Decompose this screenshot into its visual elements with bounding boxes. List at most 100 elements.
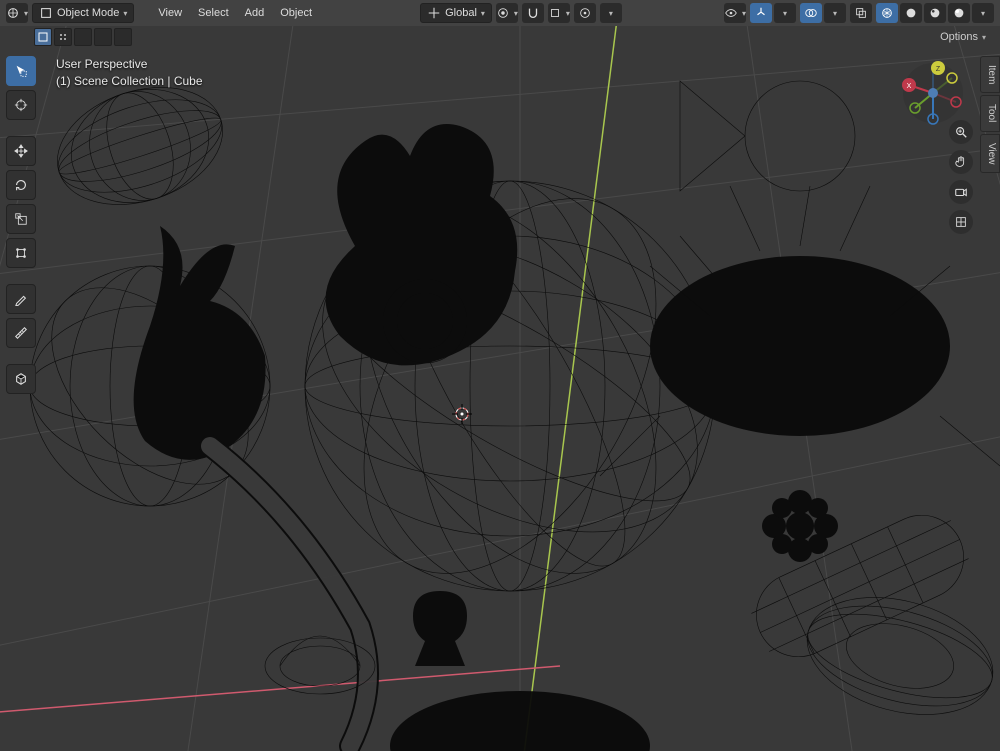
options-label: Options	[940, 31, 978, 43]
chevron-down-icon: ▾	[609, 9, 613, 18]
svg-text:Z: Z	[936, 66, 941, 73]
chevron-down-icon: ▾	[566, 9, 570, 18]
chevron-down-icon: ▾	[514, 9, 518, 18]
tool-move[interactable]	[6, 136, 36, 166]
zoom-control[interactable]	[949, 120, 973, 144]
menu-view[interactable]: View	[152, 3, 188, 23]
3d-viewport-icon	[6, 6, 20, 20]
3d-cursor	[452, 404, 472, 424]
shading-mode-group: ▾	[876, 3, 994, 23]
show-gizmo-toggle[interactable]	[750, 3, 772, 23]
navigation-gizmo[interactable]: X Z	[898, 58, 968, 128]
viewport-header: ▾ Object Mode ▾ View Select Add Object G…	[0, 0, 1000, 26]
gizmo-icon	[754, 6, 768, 20]
grid-icon	[38, 32, 48, 42]
xray-icon	[854, 6, 868, 20]
orientation-label: Global	[445, 7, 477, 19]
chevron-down-icon: ▾	[742, 9, 746, 18]
rotate-icon	[14, 178, 28, 192]
n-panel-tabs: Item Tool View	[980, 56, 1000, 173]
perspective-toggle[interactable]	[949, 210, 973, 234]
visibility-dropdown[interactable]: ▾	[724, 3, 746, 23]
chevron-down-icon: ▾	[981, 9, 985, 18]
camera-view-control[interactable]	[949, 180, 973, 204]
tool-rotate[interactable]	[6, 170, 36, 200]
shading-dropdown[interactable]: ▾	[972, 3, 994, 23]
snap-dropdown[interactable]: ▾	[548, 3, 570, 23]
menu-select[interactable]: Select	[192, 3, 235, 23]
options-dropdown[interactable]: Options ▾	[934, 29, 992, 45]
measure-icon	[14, 326, 28, 340]
proportional-dropdown[interactable]: ▾	[600, 3, 622, 23]
material-icon	[928, 6, 942, 20]
pan-control[interactable]	[949, 150, 973, 174]
tool-cursor[interactable]	[6, 90, 36, 120]
menu-object[interactable]: Object	[274, 3, 318, 23]
tool-transform[interactable]	[6, 238, 36, 268]
xray-toggle[interactable]	[850, 3, 872, 23]
options-row: Options ▾	[926, 26, 1000, 48]
select-mode-5[interactable]	[114, 28, 132, 46]
tab-tool[interactable]: Tool	[980, 95, 1000, 131]
solid-icon	[904, 6, 918, 20]
camera-icon	[954, 185, 968, 199]
hand-icon	[954, 155, 968, 169]
show-overlays-toggle[interactable]	[800, 3, 822, 23]
left-toolbar	[6, 56, 40, 394]
mode-dropdown[interactable]: Object Mode ▾	[32, 3, 134, 23]
tool-measure[interactable]	[6, 318, 36, 348]
proportional-toggle[interactable]	[574, 3, 596, 23]
select-mode-1[interactable]	[34, 28, 52, 46]
annotate-icon	[14, 292, 28, 306]
overlays-dropdown[interactable]: ▾	[824, 3, 846, 23]
snap-mode-icon	[548, 6, 562, 20]
gizmo-dropdown[interactable]: ▾	[774, 3, 796, 23]
wireframe-icon	[880, 6, 894, 20]
shading-rendered[interactable]	[948, 3, 970, 23]
cursor-icon	[14, 98, 28, 112]
rendered-icon	[952, 6, 966, 20]
tool-select-box[interactable]	[6, 56, 36, 86]
shading-wireframe[interactable]	[876, 3, 898, 23]
orientation-dropdown[interactable]: Global ▾	[420, 3, 492, 23]
eye-icon	[724, 6, 738, 20]
tab-item[interactable]: Item	[980, 56, 1000, 93]
pivot-dropdown[interactable]: ▾	[496, 3, 518, 23]
transform-icon	[14, 246, 28, 260]
tool-annotate[interactable]	[6, 284, 36, 314]
chevron-down-icon: ▾	[833, 9, 837, 18]
magnet-icon	[526, 6, 540, 20]
chevron-down-icon: ▾	[481, 9, 485, 18]
tool-add-primitive[interactable]	[6, 364, 36, 394]
mode-label: Object Mode	[57, 7, 119, 19]
zoom-icon	[954, 125, 968, 139]
tool-scale[interactable]	[6, 204, 36, 234]
shading-material[interactable]	[924, 3, 946, 23]
proportional-icon	[578, 6, 592, 20]
snap-toggle[interactable]	[522, 3, 544, 23]
menu-add[interactable]: Add	[239, 3, 271, 23]
3d-viewport[interactable]	[0, 26, 1000, 751]
tab-view[interactable]: View	[980, 134, 1000, 174]
viewport-controls	[948, 120, 974, 234]
orientation-icon	[427, 6, 441, 20]
gizmo-group: ▾	[750, 3, 796, 23]
chevron-down-icon: ▾	[783, 9, 787, 18]
select-mode-3[interactable]	[74, 28, 92, 46]
info-perspective: User Perspective	[56, 56, 203, 73]
select-box-icon	[14, 64, 28, 78]
select-mode-4[interactable]	[94, 28, 112, 46]
object-mode-icon	[39, 6, 53, 20]
chevron-down-icon: ▾	[24, 9, 28, 18]
viewport-info: User Perspective (1) Scene Collection | …	[56, 56, 203, 90]
chevron-down-icon: ▾	[123, 9, 127, 18]
editor-type-dropdown[interactable]: ▾	[6, 3, 28, 23]
overlays-icon	[804, 6, 818, 20]
overlay-group: ▾	[800, 3, 846, 23]
scene-wireframe	[0, 26, 1000, 751]
perspective-icon	[954, 215, 968, 229]
select-mode-strip	[34, 28, 132, 48]
dots-icon	[58, 32, 68, 42]
select-mode-2[interactable]	[54, 28, 72, 46]
shading-solid[interactable]	[900, 3, 922, 23]
